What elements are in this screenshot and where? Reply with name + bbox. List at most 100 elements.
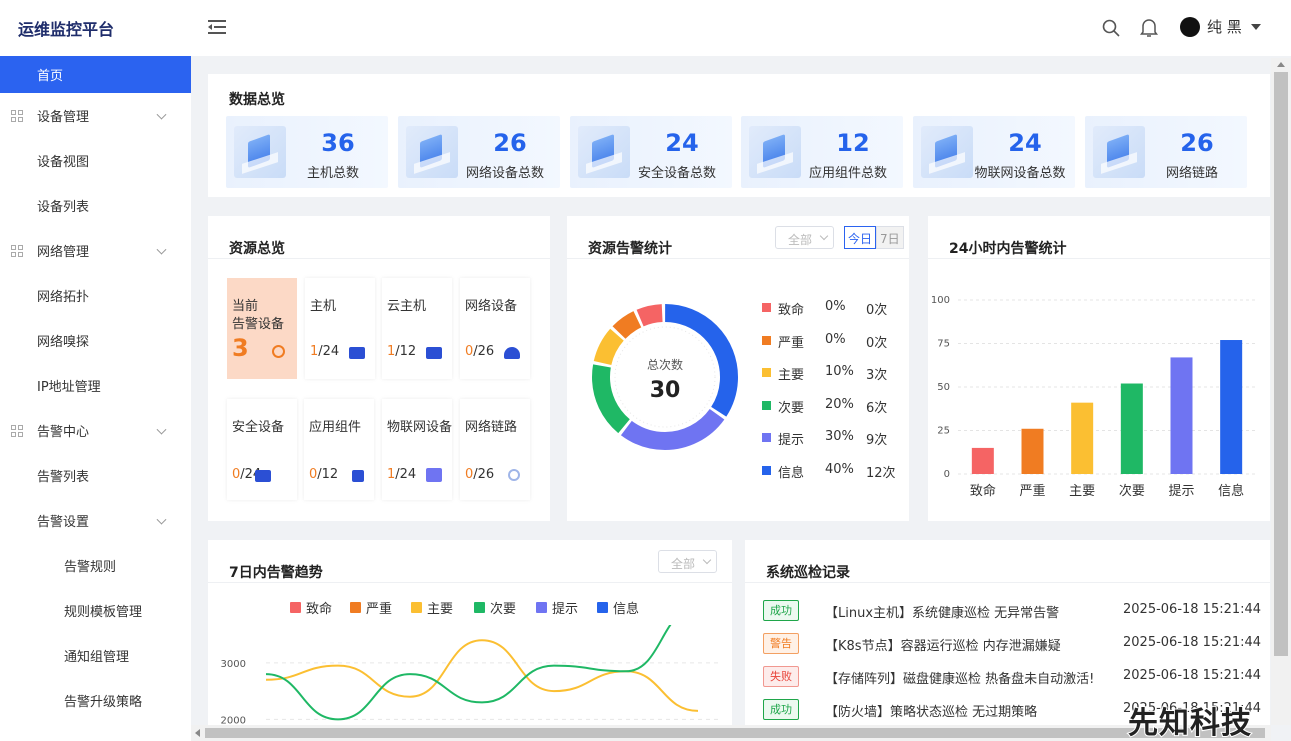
overview-network-devices[interactable]: 26 网络设备总数 xyxy=(398,116,560,188)
overview-label: 应用组件总数 xyxy=(808,166,887,181)
alarm-stats-row: 主要 10% 3次 xyxy=(762,364,902,383)
inspection-time: 2025-06-18 15:21:44 xyxy=(1123,635,1262,650)
horizontal-scrollbar[interactable] xyxy=(191,725,1271,741)
resource-count: 0/12 xyxy=(309,467,339,482)
overview-hosts[interactable]: 36 主机总数 xyxy=(226,116,388,188)
trend-card: 7日内告警趋势 全部 400030002000 xyxy=(208,540,732,730)
inspection-text: 【防火墙】策略状态巡检 无过期策略 xyxy=(825,705,1038,720)
legend-swatch xyxy=(762,335,771,345)
resource-cell-cloud-host[interactable]: 云主机 1/12 xyxy=(382,278,452,379)
chevron-down-icon xyxy=(156,244,167,255)
inspection-row[interactable]: 成功 【Linux主机】系统健康巡检 无异常告警 2025-06-18 15:21:… xyxy=(763,600,1261,622)
sidebar-item-alert-center[interactable]: 告警中心 xyxy=(0,408,191,453)
alarm-stats-filter[interactable]: 全部 xyxy=(775,226,834,249)
sidebar-item-device-management[interactable]: 设备管理 xyxy=(0,93,191,138)
resource-label: 网络设备 xyxy=(465,299,518,314)
range-7d-button[interactable]: 7日 xyxy=(876,226,904,249)
chevron-down-icon xyxy=(156,109,167,120)
sidebar-item-alert-list[interactable]: 告警列表 xyxy=(0,453,191,498)
trend-line-chart: 400030002000 xyxy=(221,625,718,726)
inspection-row[interactable]: 失败 【存储阵列】磁盘健康巡检 热备盘未自动激活! 2025-06-18 15:21… xyxy=(763,666,1261,688)
alarm-stats-row: 提示 30% 9次 xyxy=(762,429,902,448)
status-badge: 成功 xyxy=(763,699,799,720)
trend-legend-info[interactable]: 信息 xyxy=(597,598,639,617)
legend-name: 严重 xyxy=(778,335,805,351)
resource-alert-label-line2: 告警设备 xyxy=(232,317,285,332)
resource-label: 云主机 xyxy=(387,299,427,314)
status-badge: 失败 xyxy=(763,666,799,687)
trend-legend-hint[interactable]: 提示 xyxy=(536,598,578,617)
resource-alert-label: 当前 告警设备 xyxy=(232,298,284,334)
sidebar-item-alert-settings[interactable]: 告警设置 xyxy=(0,498,191,543)
sidebar-item-label: 告警设置 xyxy=(37,515,90,530)
sidebar-item-network-management[interactable]: 网络管理 xyxy=(0,228,191,273)
legend-swatch xyxy=(762,303,771,312)
overview-app-components[interactable]: 12 应用组件总数 xyxy=(741,116,903,188)
trend-filter[interactable]: 全部 xyxy=(658,550,717,573)
resource-count: 1/24 xyxy=(387,467,417,482)
resource-alert-devices[interactable]: 当前 告警设备 3 xyxy=(227,278,297,379)
search-icon[interactable] xyxy=(1102,19,1120,37)
bell-icon[interactable] xyxy=(1140,18,1158,38)
resource-cell-network-device[interactable]: 网络设备 0/26 xyxy=(460,278,530,379)
sidebar-item-network-topology[interactable]: 网络拓扑 xyxy=(0,273,191,318)
trend-legend-fatal[interactable]: 致命 xyxy=(290,598,332,617)
sidebar-item-device-list[interactable]: 设备列表 xyxy=(0,183,191,228)
resource-cell-app-component[interactable]: 应用组件 0/12 xyxy=(304,399,374,500)
sidebar-item-rule-templates[interactable]: 规则模板管理 xyxy=(0,588,191,633)
trend-legend-severe[interactable]: 严重 xyxy=(350,598,392,617)
trend-legend-minor[interactable]: 次要 xyxy=(474,598,516,617)
x-tick-label: 次要 xyxy=(1119,483,1145,499)
range-today-button[interactable]: 今日 xyxy=(844,226,877,249)
grid-icon xyxy=(11,109,23,122)
sidebar-item-device-view[interactable]: 设备视图 xyxy=(0,138,191,183)
sidebar-item-home[interactable]: 首页 xyxy=(0,56,191,93)
resource-cell-network-link[interactable]: 网络链路 0/26 xyxy=(460,399,530,500)
y-tick-label: 25 xyxy=(937,426,950,437)
trend-legend-major[interactable]: 主要 xyxy=(411,598,453,617)
overview-label: 安全设备总数 xyxy=(637,166,716,181)
sidebar-item-label: 规则模板管理 xyxy=(64,605,143,620)
top-header: 纯 黑 xyxy=(191,0,1291,56)
resource-label: 物联网设备 xyxy=(387,420,453,435)
resource-cell-iot-device[interactable]: 物联网设备 1/24 xyxy=(382,399,452,500)
x-tick-label: 主要 xyxy=(1069,484,1095,499)
bar-次要 xyxy=(1120,383,1143,474)
overview-security-devices[interactable]: 24 安全设备总数 xyxy=(570,116,732,188)
resource-label: 应用组件 xyxy=(309,420,362,435)
resource-card: 资源总览 当前 告警设备 3 主机 1/24 云主机 1/12 网络设备 0/26 安全… xyxy=(208,216,550,521)
sidebar-item-label: 告警列表 xyxy=(37,470,90,485)
resource-cell-host[interactable]: 主机 1/24 xyxy=(305,278,375,379)
y-tick-label: 100 xyxy=(931,295,950,306)
donut-center-value: 30 xyxy=(649,378,681,403)
status-badge: 成功 xyxy=(763,600,799,621)
legend-percent: 40% xyxy=(825,461,854,477)
inspection-row[interactable]: 警告 【K8s节点】容器运行巡检 内存泄漏嫌疑 2025-06-18 15:21:4… xyxy=(763,633,1261,655)
resource-cell-security-device[interactable]: 安全设备 0/24 xyxy=(227,399,297,500)
legend-count: 12次 xyxy=(866,465,896,481)
alarm-stats-title: 资源告警统计 xyxy=(588,241,672,257)
overview-network-links[interactable]: 26 网络链路 xyxy=(1085,116,1247,188)
collapse-menu-icon[interactable] xyxy=(208,20,226,34)
alarm-stats-row: 信息 40% 12次 xyxy=(762,461,902,481)
sidebar-item-escalation-policy[interactable]: 告警升级策略 xyxy=(0,678,191,723)
legend-percent: 30% xyxy=(825,429,854,444)
user-menu[interactable]: 纯 黑 xyxy=(1180,16,1261,37)
sidebar-item-label: 设备视图 xyxy=(37,155,90,170)
bar-提示 xyxy=(1170,357,1193,474)
legend-count: 3次 xyxy=(866,368,888,383)
overview-iot-devices[interactable]: 24 物联网设备总数 xyxy=(913,116,1075,188)
resource-title: 资源总览 xyxy=(229,241,285,257)
overview-label: 网络链路 xyxy=(1165,166,1218,181)
sidebar-item-label: 告警规则 xyxy=(64,560,117,575)
sidebar-item-network-sniff[interactable]: 网络嗅探 xyxy=(0,318,191,363)
y-tick-label: 50 xyxy=(937,382,950,393)
legend-count: 0次 xyxy=(866,335,888,351)
sidebar-item-ip-management[interactable]: IP地址管理 xyxy=(0,363,191,408)
bar-严重 xyxy=(1021,428,1044,474)
sidebar-item-label: 通知组管理 xyxy=(64,650,130,665)
sidebar-item-alert-rules[interactable]: 告警规则 xyxy=(0,543,191,588)
legend-percent: 20% xyxy=(825,396,854,412)
sidebar-item-notify-groups[interactable]: 通知组管理 xyxy=(0,633,191,678)
vertical-scrollbar[interactable] xyxy=(1271,58,1291,725)
